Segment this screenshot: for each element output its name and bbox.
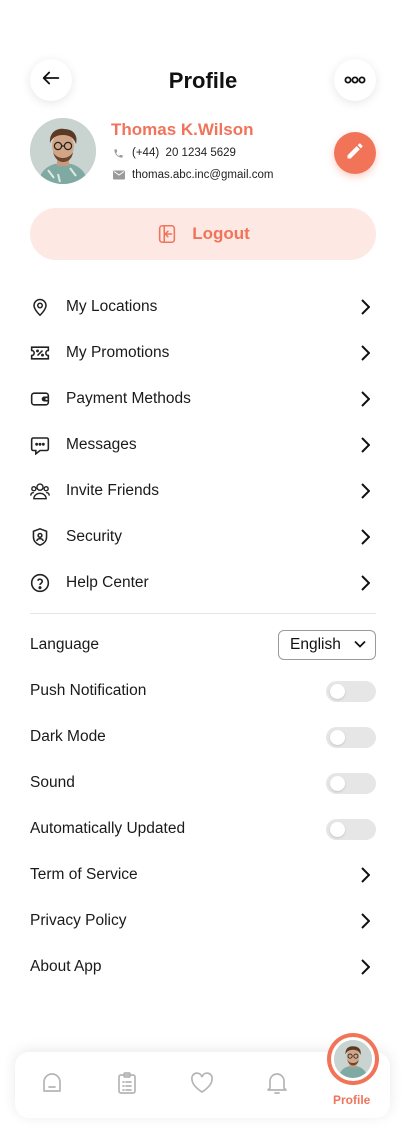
setting-language: Language English: [30, 622, 376, 668]
pencil-icon: [345, 141, 365, 166]
chat-bubble-icon: [30, 435, 50, 455]
chevron-down-icon: [354, 640, 366, 648]
menu-item-label: Invite Friends: [66, 482, 160, 499]
phone-number: (+44) 20 1234 5629: [132, 147, 236, 159]
link-privacy-policy[interactable]: Privacy Policy: [30, 898, 376, 944]
setting-label: Dark Mode: [30, 728, 106, 745]
sound-toggle[interactable]: [326, 773, 376, 794]
more-options-button[interactable]: [334, 59, 376, 101]
mail-icon: [113, 169, 125, 181]
chevron-right-icon: [360, 437, 370, 453]
menu-item-security[interactable]: Security: [30, 514, 376, 560]
setting-label: Language: [30, 636, 99, 653]
logout-label: Logout: [192, 224, 250, 243]
header: Profile: [30, 59, 376, 103]
menu-item-my-locations[interactable]: My Locations: [30, 284, 376, 330]
promotion-ticket-icon: [30, 343, 50, 363]
setting-auto-update: Automatically Updated: [30, 806, 376, 852]
chevron-right-icon: [360, 867, 370, 883]
auto-update-toggle[interactable]: [326, 819, 376, 840]
question-circle-icon: [30, 573, 50, 593]
link-label: Privacy Policy: [30, 912, 127, 929]
chevron-right-icon: [360, 391, 370, 407]
phone-icon: [113, 147, 125, 159]
chevron-right-icon: [360, 913, 370, 929]
setting-label: Push Notification: [30, 682, 147, 699]
language-value: English: [290, 636, 341, 653]
nav-profile-label[interactable]: Profile: [333, 1093, 370, 1107]
menu-item-messages[interactable]: Messages: [30, 422, 376, 468]
menu-item-invite-friends[interactable]: Invite Friends: [30, 468, 376, 514]
nav-notifications[interactable]: [264, 1072, 290, 1098]
bottom-nav: Profile: [15, 1033, 390, 1118]
email-address: thomas.abc.inc@gmail.com: [132, 169, 274, 181]
setting-dark-mode: Dark Mode: [30, 714, 376, 760]
phone-row: (+44) 20 1234 5629: [113, 147, 236, 159]
orders-list-icon: [115, 1071, 139, 1100]
toggle-knob: [330, 776, 345, 791]
home-icon: [40, 1071, 64, 1100]
people-icon: [30, 481, 50, 501]
toggle-knob: [330, 822, 345, 837]
bell-icon: [266, 1071, 288, 1100]
menu-item-label: Messages: [66, 436, 137, 453]
chevron-right-icon: [360, 299, 370, 315]
section-divider: [30, 613, 376, 614]
link-label: About App: [30, 958, 102, 975]
settings-section: Language English Push Notification Dark …: [30, 622, 376, 990]
chevron-right-icon: [360, 529, 370, 545]
menu-item-label: My Promotions: [66, 344, 170, 361]
nav-home[interactable]: [39, 1072, 65, 1098]
profile-card: Thomas K.Wilson (+44) 20 1234 5629 thoma…: [30, 118, 376, 186]
heart-icon: [190, 1071, 214, 1099]
more-dots-icon: [344, 71, 366, 89]
nav-orders[interactable]: [114, 1071, 140, 1100]
avatar[interactable]: [30, 118, 96, 184]
account-menu: My Locations My Promotions Payment Metho…: [30, 284, 376, 606]
email-row: thomas.abc.inc@gmail.com: [113, 169, 273, 181]
menu-item-payment-methods[interactable]: Payment Methods: [30, 376, 376, 422]
location-pin-icon: [30, 297, 50, 317]
nav-favorites[interactable]: [189, 1071, 215, 1099]
setting-label: Automatically Updated: [30, 820, 186, 837]
link-term-of-service[interactable]: Term of Service: [30, 852, 376, 898]
edit-profile-button[interactable]: [334, 132, 376, 174]
link-about-app[interactable]: About App: [30, 944, 376, 990]
menu-item-label: My Locations: [66, 298, 158, 315]
chevron-right-icon: [360, 575, 370, 591]
toggle-knob: [330, 730, 345, 745]
menu-item-help-center[interactable]: Help Center: [30, 560, 376, 606]
setting-sound: Sound: [30, 760, 376, 806]
setting-label: Sound: [30, 774, 75, 791]
dark-mode-toggle[interactable]: [326, 727, 376, 748]
menu-item-label: Help Center: [66, 574, 149, 591]
nav-profile-button[interactable]: [327, 1033, 379, 1085]
chevron-right-icon: [360, 345, 370, 361]
logout-button[interactable]: Logout: [30, 208, 376, 260]
shield-icon: [30, 527, 50, 547]
menu-item-label: Security: [66, 528, 122, 545]
setting-push-notification: Push Notification: [30, 668, 376, 714]
chevron-right-icon: [360, 959, 370, 975]
user-name: Thomas K.Wilson: [111, 120, 254, 139]
wallet-icon: [30, 389, 50, 409]
page-title: Profile: [168, 68, 238, 93]
push-notification-toggle[interactable]: [326, 681, 376, 702]
toggle-knob: [330, 684, 345, 699]
nav-avatar: [334, 1040, 372, 1078]
menu-item-label: Payment Methods: [66, 390, 191, 407]
nav-profile-ring: [331, 1037, 375, 1081]
chevron-right-icon: [360, 483, 370, 499]
logout-icon: [156, 223, 178, 245]
link-label: Term of Service: [30, 866, 138, 883]
menu-item-my-promotions[interactable]: My Promotions: [30, 330, 376, 376]
language-select[interactable]: English: [278, 630, 376, 660]
